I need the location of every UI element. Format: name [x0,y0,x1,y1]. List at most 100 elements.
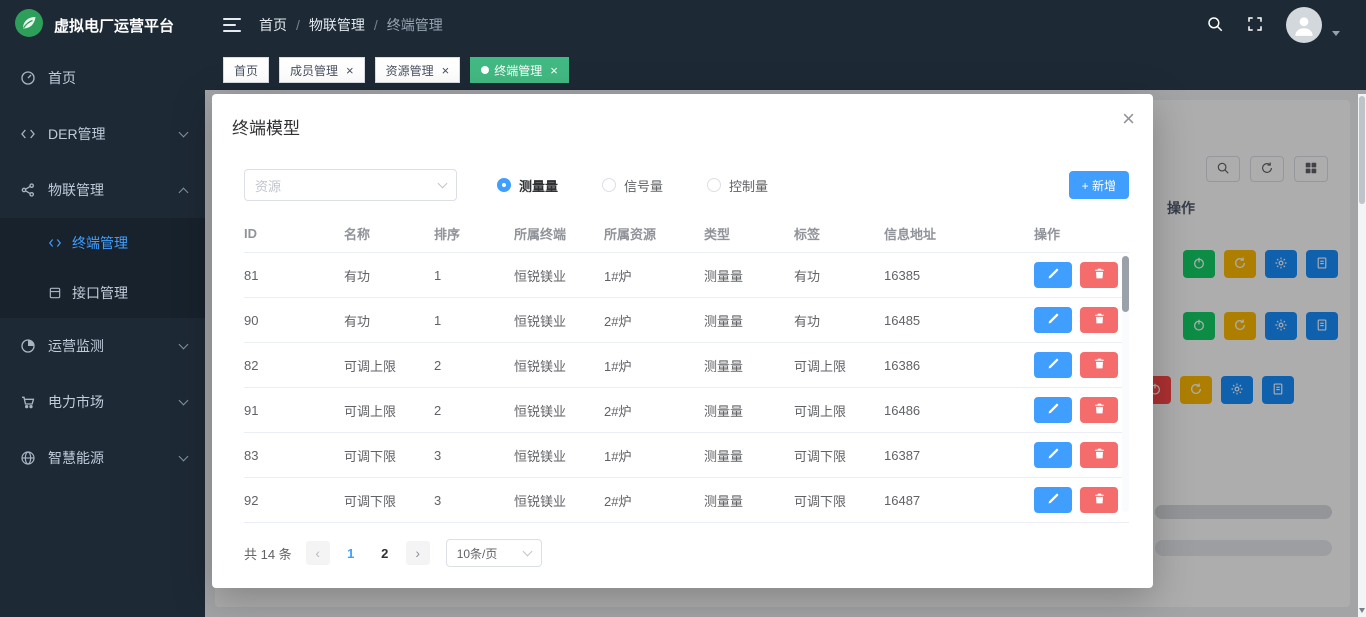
edit-button[interactable] [1034,397,1072,423]
pagination-total: 共 14 条 [244,544,292,563]
pencil-icon [1047,447,1060,463]
sidebar-item-home[interactable]: 首页 [0,50,205,106]
page-size-value: 10条/页 [457,545,498,562]
radio-measurement[interactable]: 测量量 [497,176,558,195]
active-tab-dot [481,66,489,74]
tab-label: 首页 [234,62,258,79]
close-icon[interactable]: × [1122,108,1135,130]
cell: 测量量 [704,266,794,285]
sidebar-item-der-management[interactable]: DER管理 [0,106,205,162]
edit-button[interactable] [1034,262,1072,288]
sidebar-item-label: 电力市场 [48,392,104,412]
cell: 恒锐镁业 [514,311,604,330]
trash-icon [1093,402,1106,418]
close-icon[interactable]: × [346,63,354,78]
column-header: 所属终端 [514,224,604,243]
sidebar-item-operation-monitoring[interactable]: 运营监测 [0,318,205,374]
search-icon [1206,15,1224,36]
scrollbar-thumb[interactable] [1122,256,1129,312]
sidebar-submenu-iot: 终端管理 接口管理 [0,218,205,318]
cell: 16386 [884,358,1034,373]
tab-terminal-management[interactable]: 终端管理 × [470,57,569,83]
chevron-down-icon [179,395,189,405]
add-button[interactable]: + 新增 [1069,171,1129,199]
breadcrumb-current: 终端管理 [387,15,443,35]
trash-icon [1093,447,1106,463]
trash-icon [1093,357,1106,373]
sidebar-item-terminal-management[interactable]: 终端管理 [0,218,205,268]
close-icon[interactable]: × [550,63,558,78]
scrollbar-thumb[interactable] [1359,96,1365,204]
edit-button[interactable] [1034,487,1072,513]
breadcrumb-separator: / [296,17,300,33]
tab-home[interactable]: 首页 [223,57,269,83]
share-icon [20,182,36,198]
column-header: 信息地址 [884,224,1034,243]
cell: 2#炉 [604,311,704,330]
fullscreen-button[interactable] [1246,15,1264,36]
dashboard-icon [20,70,36,86]
cell: 1#炉 [604,446,704,465]
sidebar-item-smart-energy[interactable]: 智慧能源 [0,430,205,486]
next-page-button[interactable]: › [406,541,430,565]
edit-button[interactable] [1034,352,1072,378]
breadcrumb-separator: / [374,17,378,33]
pencil-icon [1047,402,1060,418]
delete-button[interactable] [1080,397,1118,423]
sidebar-item-interface-management[interactable]: 接口管理 [0,268,205,318]
search-button[interactable] [1206,15,1224,36]
cell: 可调下限 [344,491,434,510]
page-number-2[interactable]: 2 [372,546,398,561]
column-header: 排序 [434,224,514,243]
edit-button[interactable] [1034,307,1072,333]
edit-button[interactable] [1034,442,1072,468]
delete-button[interactable] [1080,487,1118,513]
cell: 恒锐镁业 [514,266,604,285]
breadcrumb-home[interactable]: 首页 [259,15,287,35]
tab-resource-management[interactable]: 资源管理 × [375,57,461,83]
cell: 可调下限 [794,446,884,465]
cell: 可调下限 [344,446,434,465]
delete-button[interactable] [1080,442,1118,468]
select-placeholder: 资源 [255,176,281,195]
table-scrollbar[interactable] [1122,256,1129,512]
pie-icon [20,338,36,354]
tab-member-management[interactable]: 成员管理 × [279,57,365,83]
scroll-down-arrow-icon[interactable] [1358,608,1366,613]
table-row: 82可调上限2恒锐镁业1#炉测量量可调上限16386 [244,343,1129,388]
pencil-icon [1047,492,1060,508]
user-icon [1291,12,1317,43]
page-scrollbar[interactable] [1358,94,1366,617]
breadcrumb-iot[interactable]: 物联管理 [309,15,365,35]
cell: 测量量 [704,491,794,510]
table-body: 81有功1恒锐镁业1#炉测量量有功1638590有功1恒锐镁业2#炉测量量有功1… [244,253,1129,525]
radio-signal[interactable]: 信号量 [602,176,663,195]
resource-select[interactable]: 资源 [244,169,457,201]
close-icon[interactable]: × [442,63,450,78]
cart-icon [20,394,36,410]
globe-icon [20,450,36,466]
cell: 1#炉 [604,266,704,285]
cell: 3 [434,493,514,508]
cell: 可调上限 [794,356,884,375]
prev-page-button[interactable]: ‹ [306,541,330,565]
delete-button[interactable] [1080,262,1118,288]
page-size-select[interactable]: 10条/页 [446,539,542,567]
table-row: 81有功1恒锐镁业1#炉测量量有功16385 [244,253,1129,298]
delete-button[interactable] [1080,352,1118,378]
caret-down-icon[interactable] [1332,31,1340,36]
code-icon [20,126,36,142]
cell: 82 [244,358,344,373]
sidebar: 虚拟电厂运营平台 首页 DER管理 物联管理 终端管理 [0,0,205,617]
menu-toggle-button[interactable] [205,18,259,32]
cell: 1#炉 [604,356,704,375]
sidebar-item-iot-management[interactable]: 物联管理 [0,162,205,218]
avatar[interactable] [1286,7,1322,43]
top-navbar: 首页 / 物联管理 / 终端管理 [205,0,1366,50]
delete-button[interactable] [1080,307,1118,333]
page-number-1[interactable]: 1 [338,546,364,561]
sidebar-item-power-market[interactable]: 电力市场 [0,374,205,430]
trash-icon [1093,267,1106,283]
radio-control[interactable]: 控制量 [707,176,768,195]
radio-unchecked-icon [707,178,721,192]
